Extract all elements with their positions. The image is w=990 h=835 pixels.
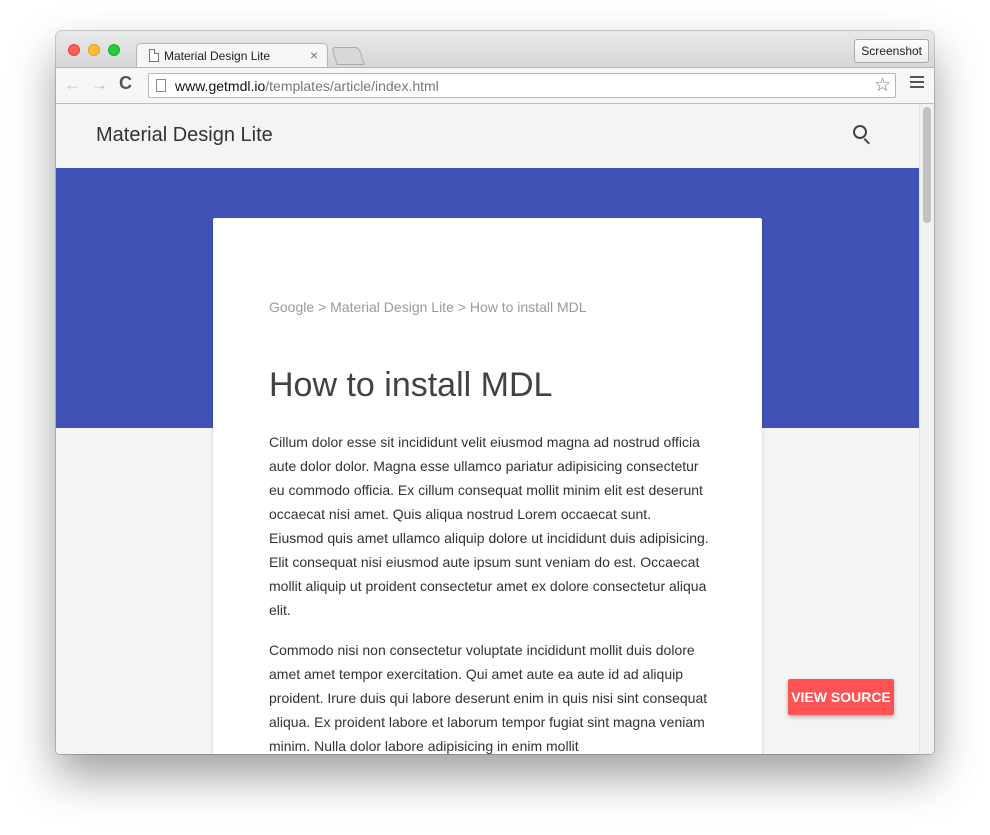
page-document-icon — [156, 79, 166, 92]
browser-window: Material Design Lite × Screenshot ← → C … — [56, 31, 934, 754]
app-title: Material Design Lite — [96, 124, 273, 146]
breadcrumb-separator: > — [314, 299, 331, 315]
scrollbar-thumb[interactable] — [923, 107, 931, 223]
page-content: Material Design Lite Google > Material D… — [56, 104, 934, 754]
reload-icon[interactable]: C — [119, 73, 132, 94]
breadcrumb-separator: > — [453, 299, 470, 315]
breadcrumb-google[interactable]: Google — [269, 299, 314, 315]
article-card: Google > Material Design Lite > How to i… — [213, 218, 762, 754]
url-path: /templates/article/index.html — [265, 78, 439, 94]
forward-arrow-icon[interactable]: → — [91, 75, 108, 95]
star-bookmark-icon[interactable]: ☆ — [874, 74, 891, 97]
breadcrumb-material-design-lite[interactable]: Material Design Lite — [330, 299, 454, 315]
article-title: How to install MDL — [269, 366, 553, 404]
minimize-window-dot[interactable] — [88, 44, 100, 56]
browser-toolbar: ← → C www.getmdl.io/templates/article/in… — [56, 67, 934, 104]
screenshot-button[interactable]: Screenshot — [854, 39, 929, 63]
article-paragraph: Commodo nisi non consectetur voluptate i… — [269, 642, 708, 754]
tab-close-icon[interactable]: × — [310, 47, 318, 63]
article-paragraph: Cillum dolor esse sit incididunt velit e… — [269, 434, 709, 618]
search-icon[interactable] — [853, 125, 867, 139]
breadcrumb-current[interactable]: How to install MDL — [470, 299, 587, 315]
address-bar[interactable]: www.getmdl.io/templates/article/index.ht… — [148, 73, 896, 98]
app-header: Material Design Lite — [56, 104, 919, 168]
maximize-window-dot[interactable] — [108, 44, 120, 56]
document-icon — [149, 49, 159, 62]
tab-title: Material Design Lite — [164, 49, 271, 63]
menu-icon[interactable] — [910, 76, 924, 91]
breadcrumb: Google > Material Design Lite > How to i… — [269, 299, 587, 315]
tab-material-design-lite[interactable]: Material Design Lite × — [136, 43, 328, 69]
view-source-button[interactable]: VIEW SOURCE — [788, 679, 894, 715]
tab-strip: Material Design Lite × Screenshot — [56, 31, 934, 69]
vertical-scrollbar[interactable] — [919, 104, 934, 754]
new-tab-button[interactable] — [331, 47, 365, 65]
url-text[interactable]: www.getmdl.io/templates/article/index.ht… — [175, 78, 439, 94]
close-window-dot[interactable] — [68, 44, 80, 56]
url-host: www.getmdl.io — [175, 78, 266, 94]
back-arrow-icon[interactable]: ← — [64, 75, 81, 95]
